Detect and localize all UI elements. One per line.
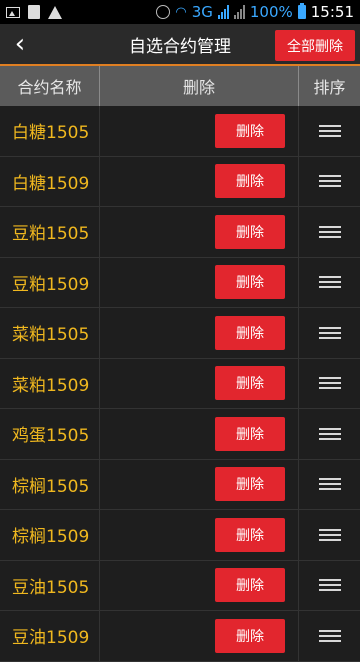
delete-cell: 删除 [100,207,299,257]
table-row: 豆油1505 删除 [0,560,360,611]
contract-name: 豆粕1505 [0,207,100,257]
drag-handle-icon [318,478,341,491]
column-header-name: 合约名称 [0,66,100,106]
delete-cell: 删除 [100,308,299,358]
sim-card-icon [28,5,40,19]
delete-cell: 删除 [100,409,299,459]
delete-button[interactable]: 删除 [215,416,285,451]
delete-button[interactable]: 删除 [215,164,285,199]
sort-handle[interactable] [299,359,360,409]
contract-name: 菜粕1505 [0,308,100,358]
sort-handle[interactable] [299,308,360,358]
drag-handle-icon [318,225,341,238]
sort-handle[interactable] [299,409,360,459]
status-bar: ◠ 3G 100% 15:51 [0,0,360,24]
delete-cell: 删除 [100,510,299,560]
wifi-icon: ◠ [175,4,187,20]
image-icon [6,6,20,18]
drag-handle-icon [318,124,341,137]
delete-button[interactable]: 删除 [215,517,285,552]
alarm-icon [156,5,171,19]
network-type: 3G [191,3,213,21]
table-row: 豆粕1505 删除 [0,207,360,258]
delete-button[interactable]: 删除 [215,113,285,148]
warning-icon [48,5,62,19]
sort-handle[interactable] [299,510,360,560]
contract-name: 菜粕1509 [0,358,100,408]
sort-handle[interactable] [299,460,360,510]
delete-cell: 删除 [100,358,299,408]
table-row: 白糖1509 删除 [0,156,360,207]
table-row: 棕榈1509 删除 [0,510,360,561]
delete-cell: 删除 [100,459,299,509]
sort-handle[interactable] [299,258,360,308]
contract-name: 豆油1509 [0,611,100,661]
drag-handle-icon [318,276,341,289]
clock: 15:51 [310,3,354,21]
table-row: 菜粕1505 删除 [0,308,360,359]
contract-name: 豆油1505 [0,560,100,610]
table-row: 棕榈1505 删除 [0,459,360,510]
contract-name: 棕榈1505 [0,459,100,509]
contract-name: 鸡蛋1505 [0,409,100,459]
signal-icon [233,5,245,19]
sort-handle[interactable] [299,106,360,156]
drag-handle-icon [318,579,341,592]
drag-handle-icon [318,528,341,541]
delete-button[interactable]: 删除 [215,568,285,603]
table-row: 菜粕1509 删除 [0,358,360,409]
battery-icon [297,3,306,19]
table-row: 鸡蛋1505 删除 [0,409,360,460]
sort-handle[interactable] [299,157,360,207]
delete-cell: 删除 [100,560,299,610]
sort-handle[interactable] [299,561,360,611]
signal-icon [217,5,229,19]
delete-cell: 删除 [100,106,299,156]
delete-cell: 删除 [100,257,299,307]
delete-button[interactable]: 删除 [215,467,285,502]
delete-button[interactable]: 删除 [215,366,285,401]
delete-button[interactable]: 删除 [215,618,285,653]
delete-button[interactable]: 删除 [215,315,285,350]
delete-button[interactable]: 删除 [215,265,285,300]
back-button[interactable]: ‹ [0,23,40,65]
sort-handle[interactable] [299,207,360,257]
delete-cell: 删除 [100,611,299,661]
contract-name: 棕榈1509 [0,510,100,560]
contract-name: 白糖1505 [0,106,100,156]
contract-list: 白糖1505 删除 白糖1509 删除 豆粕1505 删除 豆粕1509 删除 菜粕1505 删除… [0,106,360,662]
drag-handle-icon [318,427,341,440]
title-bar: ‹ 自选合约管理 全部删除 [0,24,360,66]
drag-handle-icon [318,377,341,390]
back-icon: ‹ [14,29,26,59]
delete-cell: 删除 [100,156,299,206]
column-header-sort: 排序 [313,78,346,97]
sort-handle[interactable] [299,611,360,661]
drag-handle-icon [318,175,341,188]
table-row: 豆油1509 删除 [0,611,360,662]
contract-name: 白糖1509 [0,156,100,206]
delete-all-button[interactable]: 全部删除 [275,30,355,61]
contract-name: 豆粕1509 [0,257,100,307]
table-row: 白糖1505 删除 [0,106,360,157]
table-header: 合约名称 删除 排序 [0,66,360,106]
delete-button[interactable]: 删除 [215,214,285,249]
table-row: 豆粕1509 删除 [0,257,360,308]
drag-handle-icon [318,326,341,339]
column-header-delete: 删除 [100,66,299,106]
battery-percent: 100% [249,3,293,21]
